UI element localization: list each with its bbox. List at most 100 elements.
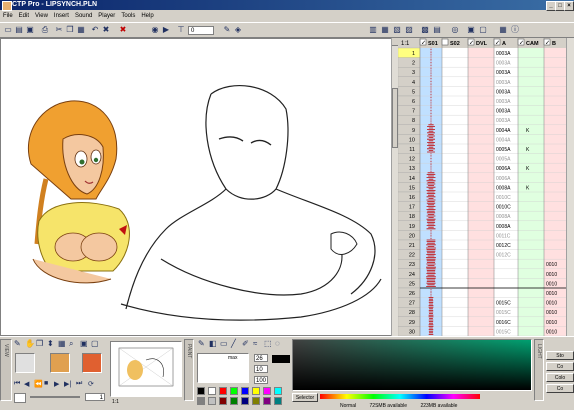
row-number: 5 [412, 89, 415, 95]
undo-icon[interactable]: ↶ [90, 25, 100, 35]
drawing-canvas[interactable] [0, 38, 398, 336]
line-icon[interactable]: ╱ [231, 339, 236, 348]
store-button[interactable]: Sto [546, 351, 574, 360]
palette-swatch[interactable] [208, 397, 216, 405]
column-header-s01: S01 [428, 41, 438, 47]
info-icon[interactable]: ⓘ [510, 25, 520, 35]
resize-icon[interactable]: ⬍ [47, 339, 54, 348]
palette-swatch[interactable] [274, 397, 282, 405]
menu-insert[interactable]: Insert [51, 10, 72, 22]
new-file-icon[interactable]: ▭ [3, 25, 13, 35]
play-icon[interactable]: ▶ [54, 380, 59, 388]
palette-swatch[interactable] [263, 397, 271, 405]
cut-icon[interactable]: ✂ [54, 25, 64, 35]
filter-icon[interactable]: ⊤ [176, 25, 186, 35]
grid-icon[interactable]: ▦ [380, 25, 390, 35]
brush-tool-icon[interactable]: ✎ [198, 339, 205, 348]
paste-icon[interactable]: ▦ [76, 25, 86, 35]
eraser-icon[interactable]: ▭ [220, 339, 228, 348]
layout-icon[interactable]: ▧ [392, 25, 402, 35]
palette-swatch[interactable] [197, 397, 205, 405]
palette-swatch[interactable] [241, 397, 249, 405]
row-number: 20 [409, 233, 415, 239]
sheet-vertical-scrollbar[interactable] [566, 38, 574, 336]
next-frame-icon[interactable]: ▶| [64, 380, 71, 388]
cell-b: 0010 [546, 291, 557, 297]
scene-icon[interactable]: ▥ [368, 25, 378, 35]
menu-help[interactable]: Help [138, 10, 156, 22]
thumbnail-3[interactable] [82, 353, 102, 373]
copy-tool-icon[interactable]: ❐ [36, 339, 43, 348]
copy-icon[interactable]: ❐ [65, 25, 75, 35]
brush-icon[interactable]: ✎ [222, 25, 232, 35]
preview-icon[interactable]: ▢ [478, 25, 488, 35]
palette-swatch[interactable] [230, 397, 238, 405]
palette-swatch[interactable] [252, 387, 260, 395]
menu-tools[interactable]: Tools [118, 10, 138, 22]
copy-button[interactable]: Co [546, 362, 574, 371]
prev-frame-icon[interactable]: ◀ [24, 380, 29, 388]
brush-softness-field[interactable]: 10 [254, 365, 268, 373]
pencil-icon[interactable]: ✎ [14, 339, 21, 348]
menu-edit[interactable]: Edit [16, 10, 32, 22]
delete-icon[interactable]: ✖ [101, 25, 111, 35]
brush-size-field[interactable]: 26 [254, 354, 268, 362]
camera2-icon[interactable]: ◎ [450, 25, 460, 35]
frame-tool-icon[interactable]: ▢ [91, 339, 99, 348]
first-frame-icon[interactable]: ⏮ [14, 380, 20, 388]
palette-swatch[interactable] [274, 387, 282, 395]
co-button[interactable]: Co [546, 384, 574, 393]
color-button[interactable]: Colo [546, 373, 574, 382]
lasso-icon[interactable]: ◌ [275, 339, 280, 348]
print-icon[interactable]: ⎙ [40, 25, 50, 35]
exposure-icon[interactable]: ▩ [420, 25, 430, 35]
xsheet-icon[interactable]: ▦ [498, 25, 508, 35]
frame-select[interactable]: 0 [188, 26, 214, 35]
grid-tool-icon[interactable]: ▦ [58, 339, 66, 348]
save-icon[interactable]: ▣ [25, 25, 35, 35]
palette-swatch[interactable] [252, 397, 260, 405]
zoom-icon[interactable]: ⌕ [69, 339, 73, 349]
dvl-icon[interactable]: ▤ [432, 25, 442, 35]
color-picker-area[interactable] [292, 339, 532, 391]
frame-slider[interactable] [30, 396, 80, 398]
pick-icon[interactable]: ✐ [242, 339, 249, 348]
loop-icon[interactable]: ⟳ [88, 380, 94, 388]
selector-button[interactable]: Selector [292, 393, 318, 402]
palette-swatch[interactable] [197, 387, 205, 395]
smudge-icon[interactable]: ≈ [253, 339, 257, 348]
player-icon[interactable]: ▶ [161, 25, 171, 35]
palette-swatch[interactable] [208, 387, 216, 395]
stop-icon[interactable]: ■ [44, 380, 48, 387]
menu-file[interactable]: File [0, 10, 16, 22]
menu-sound[interactable]: Sound [72, 10, 95, 22]
thumbnail-1[interactable] [15, 353, 35, 373]
palette-icon[interactable]: ◈ [233, 25, 243, 35]
rewind-icon[interactable]: ⏪ [34, 380, 43, 388]
palette-swatch[interactable] [263, 387, 271, 395]
render-icon[interactable]: ▣ [466, 25, 476, 35]
frame-number[interactable]: 1 [85, 393, 105, 401]
menu-player[interactable]: Player [95, 10, 118, 22]
palette-swatch[interactable] [241, 387, 249, 395]
delete-cross-icon[interactable]: ✖ [118, 25, 128, 35]
menu-view[interactable]: View [32, 10, 51, 22]
brush-opacity-field[interactable]: 100 [254, 376, 268, 384]
palette-swatch[interactable] [219, 397, 227, 405]
frame-icon[interactable]: ▨ [404, 25, 414, 35]
select-icon[interactable]: ⬚ [264, 339, 272, 348]
fit-icon[interactable]: ▣ [80, 339, 88, 348]
camera-icon[interactable]: ◉ [150, 25, 160, 35]
fill-icon[interactable]: ◧ [209, 339, 217, 348]
canvas-vertical-scrollbar[interactable] [391, 38, 398, 336]
mini-preview[interactable] [110, 341, 182, 397]
hand-icon[interactable]: ✋ [25, 339, 35, 348]
palette-swatch[interactable] [219, 387, 227, 395]
current-color-swatch[interactable] [272, 355, 290, 363]
status-memory-1: 72SMB available [369, 403, 408, 409]
hue-slider[interactable] [320, 394, 480, 399]
thumbnail-2[interactable] [50, 353, 70, 373]
palette-swatch[interactable] [230, 387, 238, 395]
last-frame-icon[interactable]: ⏭ [76, 380, 82, 388]
open-file-icon[interactable]: ▤ [14, 25, 24, 35]
